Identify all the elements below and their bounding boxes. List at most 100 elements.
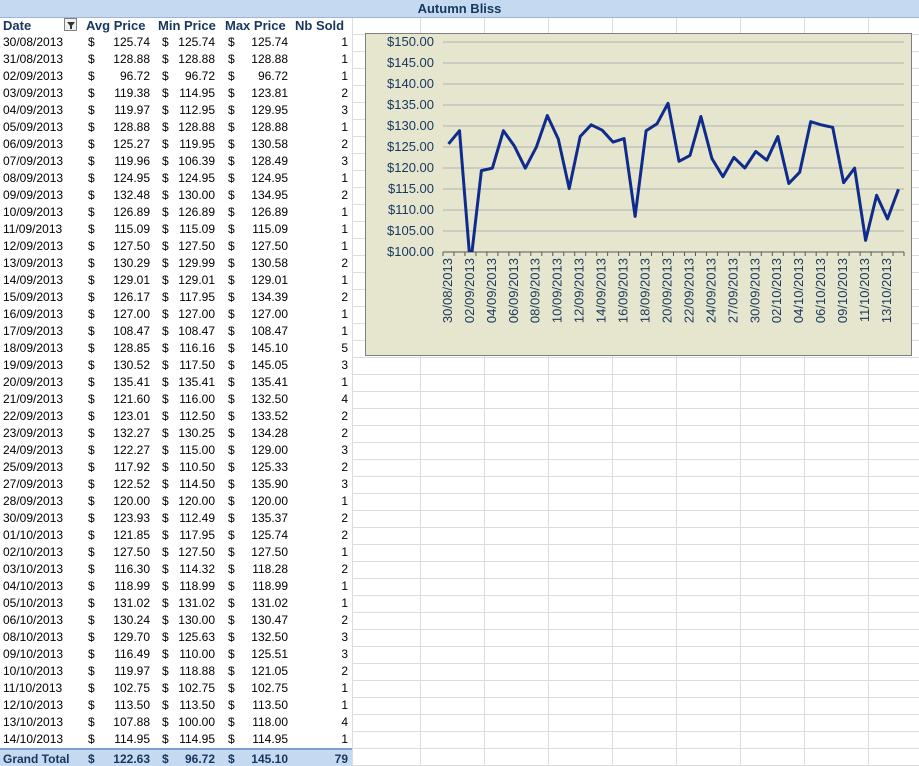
table-row[interactable]: 03/09/2013 $119.38 $114.95 $123.81 2 [0,85,352,102]
row-nb-sold: 3 [341,630,348,644]
price-line-chart[interactable]: $100.00 $105.00 $110.00 $115.00 $120.00 $125.… [365,33,912,356]
table-row[interactable]: 06/10/2013 $130.24 $130.00 $130.47 2 [0,612,352,629]
sheet-title-bar: Autumn Bliss [0,0,919,18]
table-row[interactable]: 11/10/2013 $102.75 $102.75 $102.75 1 [0,680,352,697]
row-avg-price: 128.88 [113,52,150,66]
x-tick-label: 06/09/2013 [506,258,521,323]
row-nb-sold: 3 [341,443,348,457]
table-row[interactable]: 10/09/2013 $126.89 $126.89 $126.89 1 [0,204,352,221]
data-point [820,123,823,126]
row-avg-price: 130.52 [113,358,150,372]
row-avg-price: 115.09 [114,222,150,236]
table-row[interactable]: 23/09/2013 $132.27 $130.25 $134.28 2 [0,425,352,442]
y-tick-label: $140.00 [387,76,434,91]
currency-symbol: $ [88,86,95,100]
header-min-price[interactable]: Min Price [158,18,216,33]
row-max-price: 127.50 [251,545,288,559]
data-point [809,120,812,123]
table-row[interactable]: 28/09/2013 $120.00 $120.00 $120.00 1 [0,493,352,510]
table-row[interactable]: 14/10/2013 $114.95 $114.95 $114.95 1 [0,731,352,748]
table-row[interactable]: 24/09/2013 $122.27 $115.00 $129.00 3 [0,442,352,459]
row-nb-sold: 1 [341,171,348,185]
table-row[interactable]: 18/09/2013 $128.85 $116.16 $145.10 5 [0,340,352,357]
currency-symbol: $ [88,630,95,644]
row-min-price: 116.16 [179,341,215,355]
table-row[interactable]: 30/09/2013 $123.93 $112.49 $135.37 2 [0,510,352,527]
row-max-price: 125.33 [251,460,288,474]
row-nb-sold: 4 [341,392,348,406]
table-row[interactable]: 04/09/2013 $119.97 $112.95 $129.95 3 [0,102,352,119]
row-max-price: 132.50 [251,392,288,406]
currency-symbol: $ [228,732,235,746]
table-row[interactable]: 25/09/2013 $117.92 $110.50 $125.33 2 [0,459,352,476]
currency-symbol: $ [88,647,95,661]
table-row[interactable]: 03/10/2013 $116.30 $114.32 $118.28 2 [0,561,352,578]
row-date: 24/09/2013 [3,443,64,457]
table-row[interactable]: 04/10/2013 $118.99 $118.99 $118.99 1 [0,578,352,595]
table-row[interactable]: 13/09/2013 $130.29 $129.99 $130.58 2 [0,255,352,272]
table-row[interactable]: 17/09/2013 $108.47 $108.47 $108.47 1 [0,323,352,340]
row-date: 05/09/2013 [3,120,64,134]
grand-total-row[interactable]: Grand Total $ 122.63 $ 96.72 $ 145.10 79 [0,748,352,766]
table-row[interactable]: 19/09/2013 $130.52 $117.50 $145.05 3 [0,357,352,374]
table-row[interactable]: 31/08/2013 $128.88 $128.88 $128.88 1 [0,51,352,68]
table-row[interactable]: 02/10/2013 $127.50 $127.50 $127.50 1 [0,544,352,561]
table-row[interactable]: 02/09/2013 $96.72 $96.72 $96.72 1 [0,68,352,85]
row-nb-sold: 2 [341,528,348,542]
table-row[interactable]: 22/09/2013 $123.01 $112.50 $133.52 2 [0,408,352,425]
table-row[interactable]: 10/10/2013 $119.97 $118.88 $121.05 2 [0,663,352,680]
row-max-price: 133.52 [251,409,288,423]
row-max-price: 120.00 [251,494,288,508]
table-row[interactable]: 05/09/2013 $128.88 $128.88 $128.88 1 [0,119,352,136]
table-row[interactable]: 12/09/2013 $127.50 $127.50 $127.50 1 [0,238,352,255]
table-row[interactable]: 09/09/2013 $132.48 $130.00 $134.95 2 [0,187,352,204]
row-min-price: 118.99 [179,579,215,593]
table-row[interactable]: 09/10/2013 $116.49 $110.00 $125.51 3 [0,646,352,663]
data-point [886,217,889,220]
filter-dropdown-icon[interactable] [64,18,77,31]
table-row[interactable]: 12/10/2013 $113.50 $113.50 $113.50 1 [0,697,352,714]
table-row[interactable]: 08/09/2013 $124.95 $124.95 $124.95 1 [0,170,352,187]
y-tick-label: $130.00 [387,118,434,133]
row-avg-price: 116.49 [114,647,150,661]
row-nb-sold: 2 [341,188,348,202]
currency-symbol: $ [162,69,169,83]
table-row[interactable]: 16/09/2013 $127.00 $127.00 $127.00 1 [0,306,352,323]
table-row[interactable]: 30/08/2013 $125.74 $125.74 $125.74 1 [0,34,352,51]
table-row[interactable]: 14/09/2013 $129.01 $129.01 $129.01 1 [0,272,352,289]
row-avg-price: 122.52 [113,477,150,491]
row-min-price: 126.89 [178,205,215,219]
currency-symbol: $ [162,86,169,100]
table-row[interactable]: 01/10/2013 $121.85 $117.95 $125.74 2 [0,527,352,544]
table-row[interactable]: 06/09/2013 $125.27 $119.95 $130.58 2 [0,136,352,153]
header-avg-price[interactable]: Avg Price [86,18,146,33]
data-point [699,115,702,118]
row-max-price: 96.72 [257,69,288,83]
row-nb-sold: 1 [341,69,348,83]
currency-symbol: $ [88,103,95,117]
row-min-price: 118.88 [179,664,215,678]
header-max-price[interactable]: Max Price [225,18,286,33]
table-row[interactable]: 05/10/2013 $131.02 $131.02 $131.02 1 [0,595,352,612]
table-row[interactable]: 07/09/2013 $119.96 $106.39 $128.49 3 [0,153,352,170]
currency-symbol: $ [162,324,169,338]
currency-symbol: $ [88,715,95,729]
table-row[interactable]: 13/10/2013 $107.88 $100.00 $118.00 4 [0,714,352,731]
table-row[interactable]: 15/09/2013 $126.17 $117.95 $134.39 2 [0,289,352,306]
row-avg-price: 124.95 [113,171,150,185]
row-date: 04/09/2013 [3,103,64,117]
currency-symbol: $ [88,171,95,185]
header-nb-sold[interactable]: Nb Sold [295,18,344,33]
header-date[interactable]: Date [3,18,31,33]
table-row[interactable]: 11/09/2013 $115.09 $115.09 $115.09 1 [0,221,352,238]
table-row[interactable]: 20/09/2013 $135.41 $135.41 $135.41 1 [0,374,352,391]
table-row[interactable]: 21/09/2013 $121.60 $116.00 $132.50 4 [0,391,352,408]
data-point [458,129,461,132]
currency-symbol: $ [162,256,169,270]
table-row[interactable]: 27/09/2013 $122.52 $114.50 $135.90 3 [0,476,352,493]
currency-symbol: $ [162,579,169,593]
table-row[interactable]: 08/10/2013 $129.70 $125.63 $132.50 3 [0,629,352,646]
row-avg-price: 123.01 [113,409,150,423]
x-tick-label: 11/10/2013 [857,258,872,322]
row-min-price: 108.47 [178,324,215,338]
